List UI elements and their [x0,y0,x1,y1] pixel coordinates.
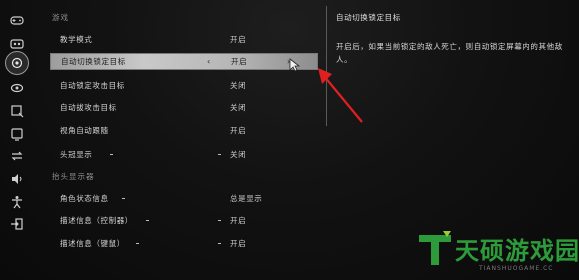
setting-row-tutorial-mode[interactable]: 教学模式 开启 [50,31,318,48]
setting-row-camera-follow[interactable]: 视角自动跟随 开启 [50,122,318,139]
audio-icon[interactable] [8,171,26,187]
setting-value: 开启 [230,239,247,248]
description-text: 开启后，如果当前锁定的敌人死亡，则自动锁定屏幕内的其他敌人。 [336,42,563,64]
controller-icon[interactable] [8,36,26,52]
setting-row-helmet-display[interactable]: 头冠显示 关闭 [50,146,318,163]
watermark: 天硕游戏园 TIANSHUOGAME.CC [417,225,579,277]
watermark-url: TIANSHUOGAME.CC [479,265,554,272]
setting-row-auto-switch-target[interactable]: 自动切换锁定目标 ‹ 开启 › [50,53,318,70]
setting-row-auto-lock-attack[interactable]: 自动锁定攻击目标 关闭 [50,77,318,94]
chevron-left-icon[interactable]: ‹ [207,57,210,66]
setting-value: 关闭 [230,150,247,159]
setting-label: 自动拔攻击目标 [60,103,117,112]
watermark-logo-icon [419,231,451,265]
setting-value: 开启 [230,216,247,225]
accessibility-icon[interactable] [8,194,26,210]
watermark-name: 天硕游戏园 [455,237,579,265]
settings-screen: 游戏 教学模式 开启 自动切换锁定目标 ‹ 开启 › 自动锁定攻击目标 关闭 自… [0,0,579,280]
setting-row-description-keyboard[interactable]: 描述信息（键鼠） 开启 [50,235,318,252]
dash-marker [218,243,221,244]
description-title: 自动切换锁定目标 [336,13,401,22]
swap-icon[interactable] [8,148,26,164]
section-header-game: 游戏 [52,13,69,22]
setting-label: 描述信息（键鼠） [60,239,125,248]
setting-label: 头冠显示 [60,150,93,159]
settings-list: 游戏 教学模式 开启 自动切换锁定目标 ‹ 开启 › 自动锁定攻击目标 关闭 自… [48,0,320,280]
setting-value: 关闭 [230,81,247,90]
setting-row-auto-draw-attack[interactable]: 自动拔攻击目标 关闭 [50,99,318,116]
setting-label: 描述信息（控制器） [60,216,133,225]
dash-marker [110,154,113,155]
setting-label: 教学模式 [60,35,93,44]
setting-value: 总是显示 [230,194,263,203]
setting-label: 角色状态信息 [60,194,109,203]
annotation-arrow-icon [318,68,363,123]
dash-marker [218,220,221,221]
target-icon[interactable] [5,51,29,75]
setting-value: 开启 [230,126,247,135]
exit-icon[interactable] [8,216,26,232]
setting-value: 关闭 [230,103,247,112]
dash-marker [218,154,221,155]
section-header-hud: 抬头显示器 [52,172,95,181]
setting-label: 视角自动跟随 [60,126,109,135]
setting-label: 自动锁定攻击目标 [60,81,125,90]
mouse-cursor-icon [289,58,301,72]
category-rail [0,0,34,280]
setting-row-description-controller[interactable]: 描述信息（控制器） 开启 [50,212,318,229]
setting-value: 开启 [230,35,247,44]
display-icon[interactable] [8,126,26,142]
gamepad-icon[interactable] [8,12,26,28]
setting-label: 自动切换锁定目标 [61,57,126,66]
hud-icon[interactable] [8,103,26,119]
setting-row-character-status[interactable]: 角色状态信息 总是显示 [50,190,318,207]
dash-marker [146,220,149,221]
setting-value: 开启 [231,57,248,66]
dash-marker [136,243,139,244]
dash-marker [122,198,125,199]
eye-icon[interactable] [8,80,26,96]
